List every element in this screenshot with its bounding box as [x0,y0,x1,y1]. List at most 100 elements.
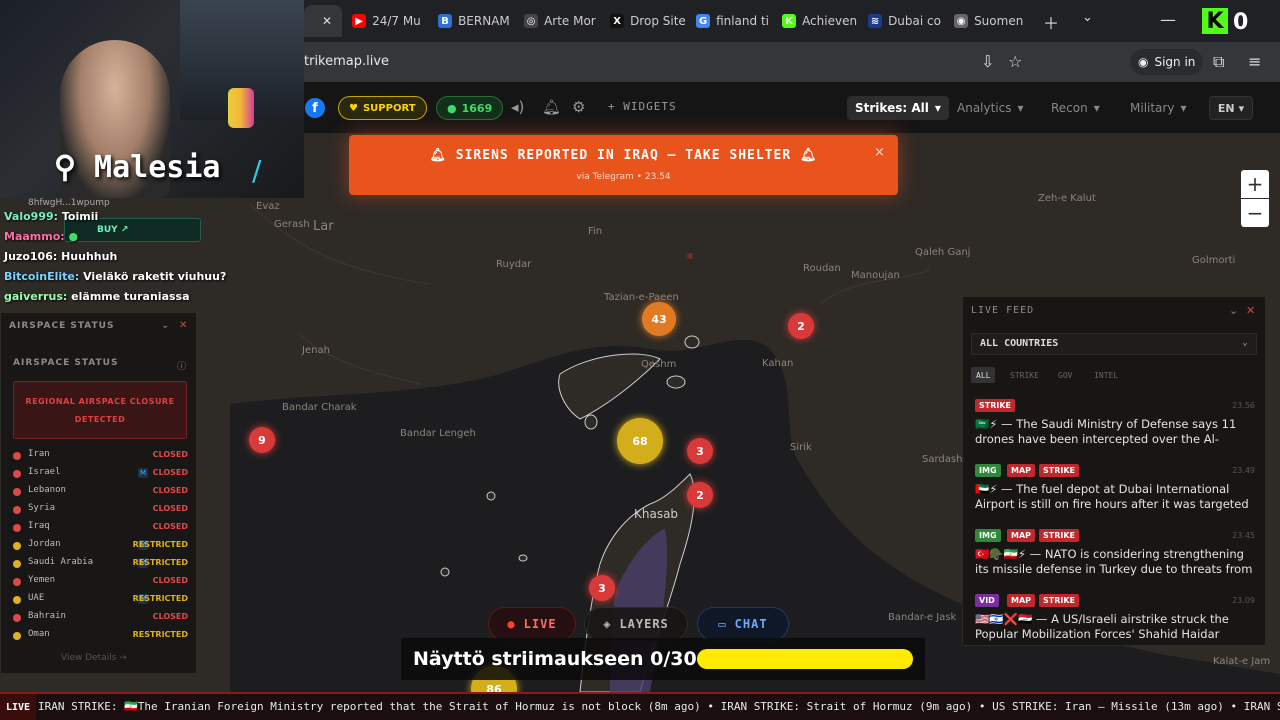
overlay-slash-icon: / [252,154,262,187]
nav-strikes-all[interactable]: Strikes: All ▾ [847,96,949,120]
airspace-status: CLOSED [152,450,188,459]
airspace-row[interactable]: Iran CLOSED [13,448,188,464]
zoom-out-button[interactable]: − [1241,199,1269,227]
feed-entry[interactable]: IMG MAP STRIKE 23.49 🇦🇪⚡ — The fuel depot at… [963,464,1265,528]
live-button[interactable]: ● LIVE [488,607,576,641]
airspace-row[interactable]: Yemen CLOSED [13,574,188,590]
strike-cluster[interactable]: 68 [617,418,663,464]
tab-search-chevron-icon[interactable]: ⌄ [1082,10,1093,25]
country-name: Bahrain [28,611,66,621]
close-icon[interactable]: ✕ [179,320,187,331]
siren-alert-banner: 🔔︎ SIRENS REPORTED IN IRAQ — TAKE SHELTE… [349,135,898,195]
airspace-row[interactable]: Bahrain CLOSED [13,610,188,626]
browser-tab[interactable]: ◎ Arte Mor [514,5,600,37]
browser-tab[interactable]: ≋ Dubai co [858,5,944,37]
minimize-icon[interactable]: — [1160,10,1176,29]
place-label: Khasab [634,507,679,521]
tab-label: Dubai co [888,14,941,28]
collapse-chevron-icon[interactable]: ⌄ [161,320,169,331]
feed-time: 23.09 [1232,596,1255,605]
bookmark-star-icon[interactable]: ☆ [1008,52,1022,71]
airspace-row[interactable]: Lebanon CLOSED [13,484,188,500]
language-select[interactable]: EN ▾ [1209,96,1253,120]
airspace-row[interactable]: Jordan M RESTRICTED [13,538,188,554]
airspace-status: RESTRICTED [132,540,188,549]
url-field[interactable]: trikemap.live [304,54,389,69]
airspace-row[interactable]: UAE M RESTRICTED [13,592,188,608]
strike-cluster[interactable]: 9 [249,427,275,453]
support-button[interactable]: ♥ SUPPORT [338,96,427,120]
airspace-row[interactable]: Syria CLOSED [13,502,188,518]
chevron-down-icon: ▾ [1180,101,1187,115]
sign-in-button[interactable]: ◉ Sign in [1130,49,1204,75]
view-details-link[interactable]: View Details → [61,653,127,663]
extensions-icon[interactable]: ⧉ [1213,52,1224,72]
install-app-icon[interactable]: ⇩ [981,52,994,71]
screen: Evaz Gerash Lar Fin Ruydar Tazian-e-Paee… [0,0,1280,720]
browser-tab[interactable]: ✕ [304,5,343,37]
country-filter-select[interactable]: ALL COUNTRIES ⌄ [971,333,1257,355]
place-label: Tazian-e-Paeen [604,292,679,303]
feed-entry[interactable]: STRIKE 23.56 🇸🇦⚡ — The Saudi Ministry of D… [963,399,1265,463]
feed-tab-all[interactable]: ALL [971,367,996,383]
chat-button[interactable]: ▭ CHAT [697,607,789,641]
browser-tab[interactable]: ◉ Suomen [944,5,1030,37]
place-label: Fin [588,226,603,237]
place-label: Kahan [762,358,794,369]
strike-cluster[interactable]: 2 [788,313,814,339]
chat-text: Huuhhuh [61,250,118,263]
bell-icon[interactable]: 🔔︎ [542,98,561,116]
airspace-status: CLOSED [152,576,188,585]
account-icon: ◉ [1138,55,1149,69]
nav-recon[interactable]: Recon ▾ [1043,96,1108,120]
chat-message: Juzo106: Huuhhuh [4,250,117,263]
nav-military[interactable]: Military ▾ [1122,96,1194,120]
favicon-icon: G [696,14,711,28]
airspace-row[interactable]: Oman RESTRICTED [13,628,188,644]
feed-tag: STRIKE [975,399,1016,412]
strike-cluster[interactable]: 3 [589,575,615,601]
browser-tab[interactable]: X Drop Site [600,5,686,37]
new-tab-icon[interactable]: ＋ [1043,10,1059,34]
feed-tab-strike[interactable]: STRIKE [1005,367,1044,383]
zoom-in-button[interactable]: + [1241,170,1269,198]
status-dot-icon [13,596,21,604]
widgets-button[interactable]: + WIDGETS [608,100,677,113]
feed-entry[interactable]: IMG MAP STRIKE 23.45 🇹🇷🪖🇮🇷⚡ — NATO is consid… [963,529,1265,593]
airspace-row[interactable]: Israel M CLOSED [13,466,188,482]
country-name: Israel [28,467,61,477]
tab-close-icon[interactable]: ✕ [322,14,332,28]
place-label: Jenah [302,345,330,356]
facebook-icon[interactable]: f [305,98,325,118]
feed-tab-gov[interactable]: GOV [1053,367,1077,383]
collapse-chevron-icon[interactable]: ⌄ [1229,304,1238,317]
place-label: Evaz [256,201,280,212]
layers-button[interactable]: ◈ LAYERS [584,607,688,641]
feed-entry[interactable]: VID MAP STRIKE 23.09 🇺🇸🇮🇱❌🇮🇶 — A US/Israeli … [963,594,1265,658]
streamer-webcam: ⚲ Malesia / [0,0,304,198]
place-label: Zeh-e Kalut [1038,193,1096,204]
airspace-row[interactable]: Saudi Arabia M RESTRICTED [13,556,188,572]
bell-icon: 🔔︎ [800,148,818,163]
close-icon[interactable]: ✕ [1246,304,1255,317]
info-icon[interactable]: ⓘ [177,359,186,372]
tab-label: Drop Site [630,14,686,28]
strike-cluster[interactable]: 2 [687,482,713,508]
airspace-status: RESTRICTED [132,558,188,567]
browser-tab[interactable]: B BERNAM [428,5,514,37]
country-name: Syria [28,503,56,513]
airspace-row[interactable]: Iraq CLOSED [13,520,188,536]
browser-tab[interactable]: ▶ 24/7 Mu [342,5,428,37]
nav-analytics[interactable]: Analytics ▾ [949,96,1032,120]
menu-icon[interactable]: ≡ [1248,52,1261,71]
feed-tab-intel[interactable]: INTEL [1089,367,1123,383]
chat-message: Maammo: ● [4,230,78,243]
alert-close-icon[interactable]: × [874,145,885,160]
favicon-icon: ◎ [524,14,539,28]
volume-icon[interactable]: ◂) [511,98,524,116]
strike-cluster[interactable]: 3 [687,438,713,464]
browser-tab[interactable]: Gfinland ti [686,5,772,37]
strike-cluster[interactable]: 43 [642,302,676,336]
settings-gear-icon[interactable]: ⚙ [572,98,585,116]
browser-tab[interactable]: K Achieven [772,5,858,37]
